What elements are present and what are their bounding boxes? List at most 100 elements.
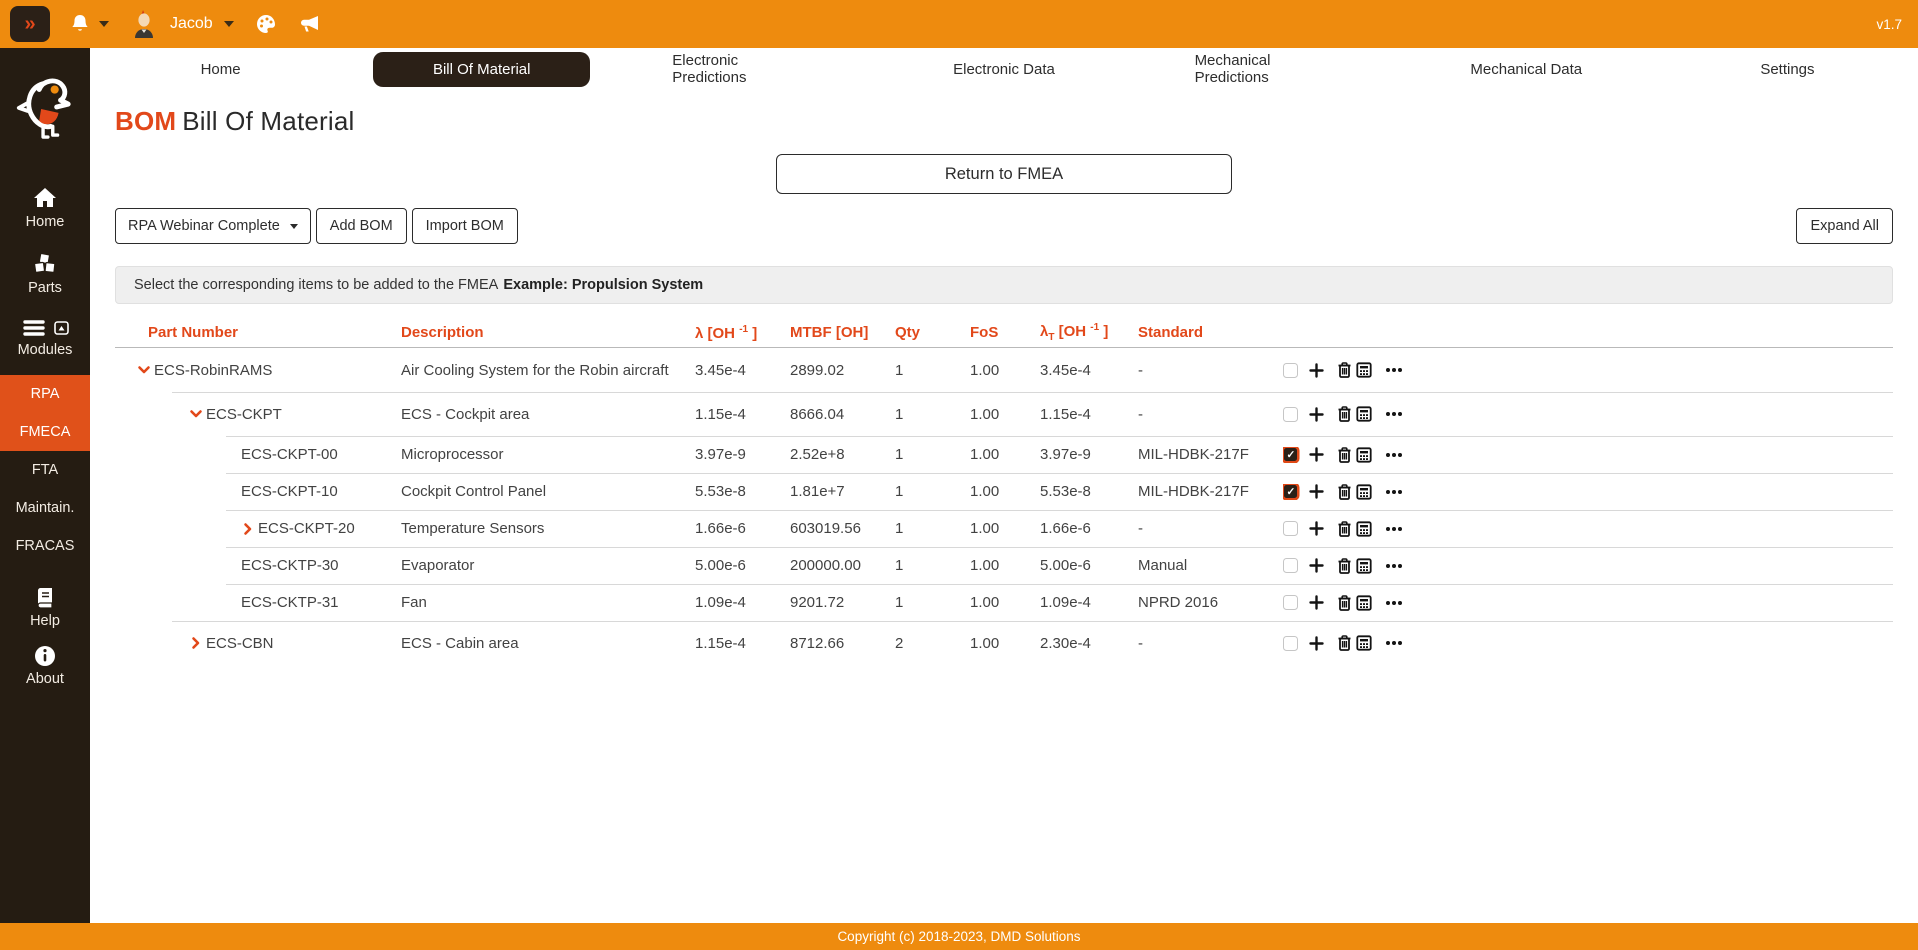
standard-cell: MIL-HDBK-217F [1138,446,1283,463]
tab-mechanical-data[interactable]: Mechanical Data [1396,48,1657,90]
fos-cell: 1.00 [970,594,1040,611]
select-checkbox[interactable] [1283,363,1298,378]
sidebar-item-home[interactable]: Home [0,175,90,241]
delete-trash-icon[interactable] [1337,447,1352,463]
add-part-icon[interactable] [1309,484,1324,499]
lambda-cell: 1.15e-4 [695,635,790,652]
delete-trash-icon[interactable] [1337,521,1352,537]
expand-chevron-icon[interactable] [137,363,154,377]
lambda-t-cell: 3.97e-9 [1040,446,1138,463]
tab-settings[interactable]: Settings [1657,48,1918,90]
sidebar: Home Parts Modules [0,48,90,923]
sidebar-item-label: Parts [28,280,62,296]
qty-cell: 1 [895,594,970,611]
tab-electronic-predictions[interactable]: Electronic Predictions [612,48,873,90]
calculator-icon[interactable] [1356,484,1372,500]
app-window: » Jacob [0,0,1918,950]
user-avatar[interactable] [131,9,157,39]
sidebar-module-maintain[interactable]: Maintain. [0,489,90,527]
modules-window-icon[interactable] [54,321,69,335]
sidebar-item-help[interactable]: Help [0,579,90,637]
more-options-icon[interactable] [1385,563,1403,569]
sidebar-collapse-button[interactable]: » [10,6,50,42]
user-menu-caret-icon[interactable] [224,21,234,27]
bom-select-dropdown[interactable]: RPA Webinar Complete [115,208,311,244]
sidebar-item-about[interactable]: About [0,637,90,695]
delete-trash-icon[interactable] [1337,484,1352,500]
expand-chevron-icon[interactable] [189,407,206,421]
more-options-icon[interactable] [1385,367,1403,373]
sidebar-item-modules[interactable]: Modules [0,307,90,369]
expand-chevron-icon[interactable] [241,522,258,536]
sidebar-item-label: Home [26,214,65,230]
col-header-mtbf: MTBF [OH] [790,324,895,341]
return-to-fmea-button[interactable]: Return to FMEA [776,154,1232,194]
add-part-icon[interactable] [1309,363,1324,378]
select-checkbox[interactable] [1283,407,1298,422]
more-options-icon[interactable] [1385,600,1403,606]
add-part-icon[interactable] [1309,595,1324,610]
mtbf-cell: 9201.72 [790,594,895,611]
calculator-icon[interactable] [1356,447,1372,463]
delete-trash-icon[interactable] [1337,406,1352,422]
sidebar-module-fracas[interactable]: FRACAS [0,527,90,565]
select-checkbox[interactable] [1283,484,1298,499]
more-options-icon[interactable] [1385,489,1403,495]
table-row: ECS-CKTP-30 Evaporator 5.00e-6 200000.00… [115,547,1893,584]
fos-cell: 1.00 [970,446,1040,463]
select-checkbox[interactable] [1283,447,1298,462]
tab-home[interactable]: Home [90,48,351,90]
notifications-caret-icon[interactable] [99,21,109,27]
calculator-icon[interactable] [1356,406,1372,422]
expand-all-button[interactable]: Expand All [1796,208,1893,244]
delete-trash-icon[interactable] [1337,635,1352,651]
expand-chevron-icon[interactable] [189,636,206,650]
theme-palette-icon[interactable] [254,12,278,36]
mtbf-cell: 603019.56 [790,520,895,537]
select-checkbox[interactable] [1283,521,1298,536]
sidebar-module-rpa[interactable]: RPA [0,375,90,413]
calculator-icon[interactable] [1356,635,1372,651]
sidebar-module-fmeca[interactable]: FMECA [0,413,90,451]
import-bom-button[interactable]: Import BOM [412,208,518,244]
copyright-label: Copyright (c) 2018-2023, DMD Solutions [837,929,1080,944]
calculator-icon[interactable] [1356,362,1372,378]
calculator-icon[interactable] [1356,595,1372,611]
select-checkbox[interactable] [1283,636,1298,651]
table-row: ECS-CKPT ECS - Cockpit area 1.15e-4 8666… [115,392,1893,436]
calculator-icon[interactable] [1356,558,1372,574]
calculator-icon[interactable] [1356,521,1372,537]
tab-bill-of-material[interactable]: Bill Of Material [351,48,612,90]
lambda-t-cell: 1.09e-4 [1040,594,1138,611]
add-part-icon[interactable] [1309,521,1324,536]
delete-trash-icon[interactable] [1337,558,1352,574]
more-options-icon[interactable] [1385,411,1403,417]
announcements-megaphone-icon[interactable] [296,12,322,36]
more-options-icon[interactable] [1385,526,1403,532]
add-part-icon[interactable] [1309,447,1324,462]
lambda-t-cell: 1.15e-4 [1040,406,1138,423]
notifications-bell-icon[interactable] [68,12,92,36]
description-cell: Air Cooling System for the Robin aircraf… [401,362,695,379]
qty-cell: 2 [895,635,970,652]
part-number: ECS-CKTP-30 [241,557,339,574]
footer-bar: Copyright (c) 2018-2023, DMD Solutions [0,923,1918,950]
table-row: ECS-CKPT-10 Cockpit Control Panel 5.53e-… [115,473,1893,510]
add-part-icon[interactable] [1309,558,1324,573]
add-part-icon[interactable] [1309,636,1324,651]
delete-trash-icon[interactable] [1337,595,1352,611]
tab-electronic-data[interactable]: Electronic Data [873,48,1134,90]
delete-trash-icon[interactable] [1337,362,1352,378]
select-checkbox[interactable] [1283,595,1298,610]
sidebar-item-parts[interactable]: Parts [0,241,90,307]
standard-cell: NPRD 2016 [1138,594,1283,611]
mtbf-cell: 2.52e+8 [790,446,895,463]
table-row: ECS-CKPT-00 Microprocessor 3.97e-9 2.52e… [115,436,1893,473]
tab-mechanical-predictions[interactable]: Mechanical Predictions [1135,48,1396,90]
add-part-icon[interactable] [1309,407,1324,422]
add-bom-button[interactable]: Add BOM [316,208,407,244]
more-options-icon[interactable] [1385,640,1403,646]
select-checkbox[interactable] [1283,558,1298,573]
sidebar-module-fta[interactable]: FTA [0,451,90,489]
more-options-icon[interactable] [1385,452,1403,458]
